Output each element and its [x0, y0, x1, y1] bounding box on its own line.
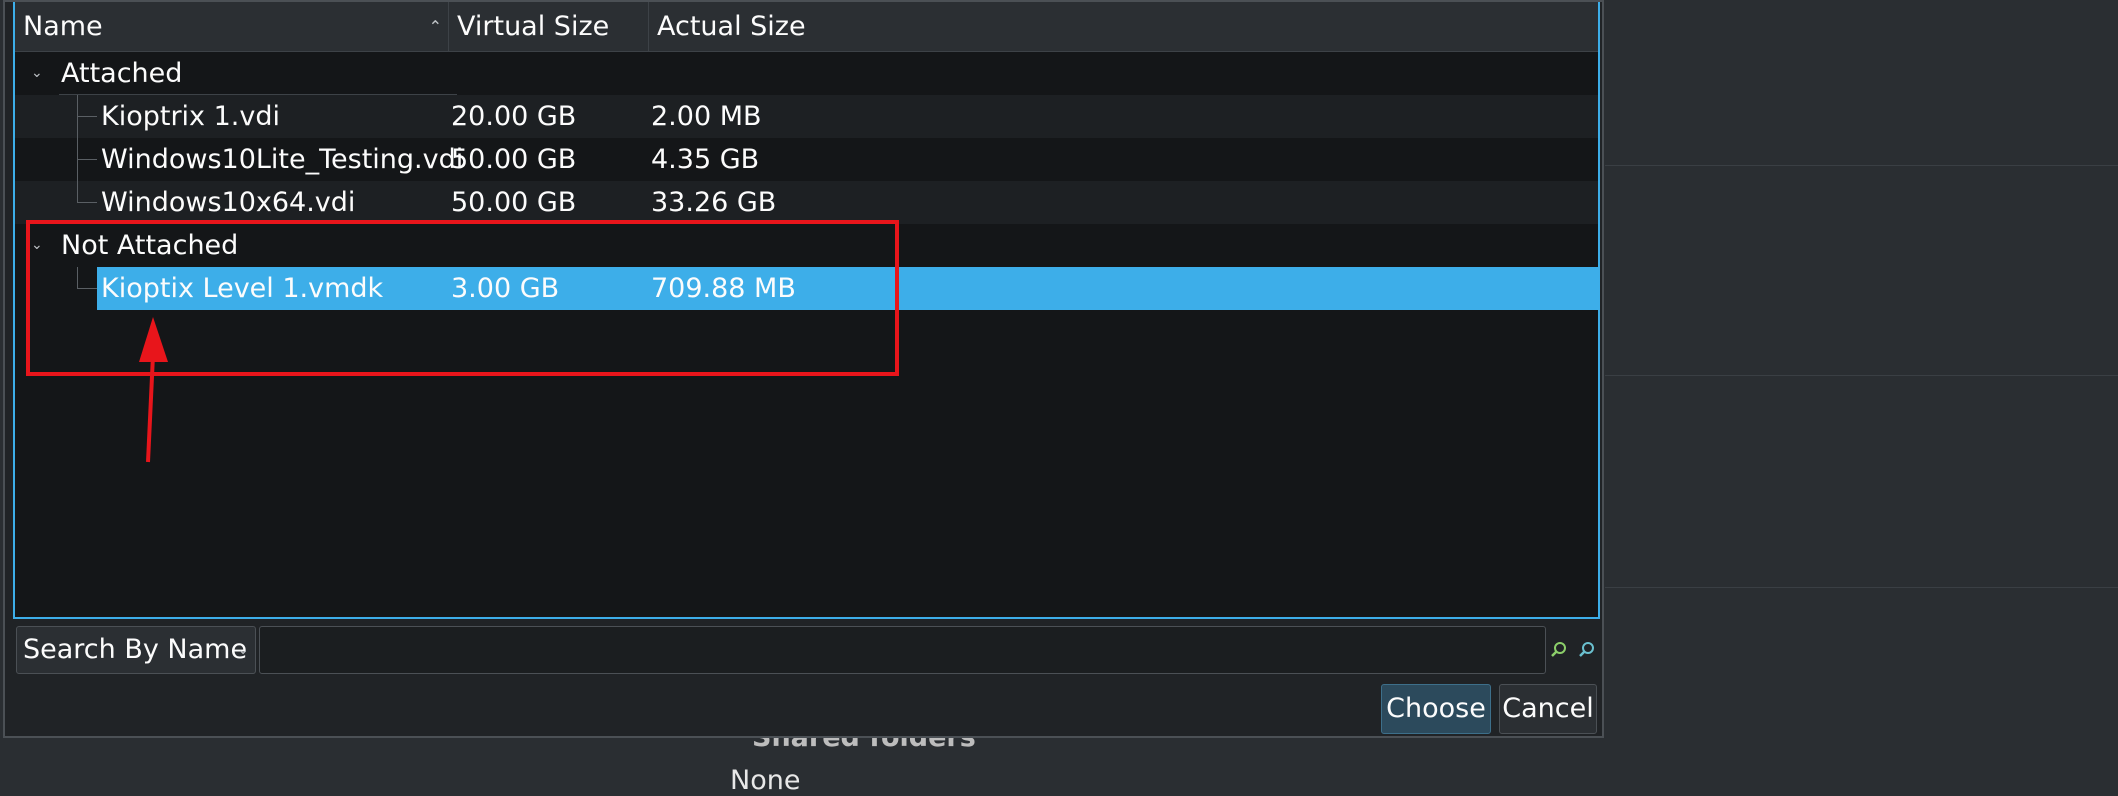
search-mode-label: Search By Name: [23, 634, 248, 665]
row-actual-size: 2.00 MB: [651, 101, 762, 132]
sort-ascending-icon: ⌃: [428, 17, 442, 36]
row-actual-size: 4.35 GB: [651, 144, 760, 175]
search-mode-select[interactable]: Search By Name ⌄: [16, 626, 256, 674]
row-name: Windows10Lite_Testing.vdi: [101, 144, 464, 175]
background-divider: [1605, 587, 2118, 588]
search-input[interactable]: [259, 626, 1546, 674]
chevron-down-icon[interactable]: ⌄: [31, 52, 43, 95]
table-row[interactable]: Windows10Lite_Testing.vdi 50.00 GB 4.35 …: [15, 138, 1598, 181]
chevron-down-icon: ⌄: [237, 642, 249, 658]
row-name: Windows10x64.vdi: [101, 187, 356, 218]
search-next-icon[interactable]: [1578, 640, 1596, 658]
group-row-attached[interactable]: ⌄ Attached: [15, 52, 1598, 95]
tree-branch-line: [77, 116, 97, 117]
background-divider: [1605, 375, 2118, 376]
choose-button[interactable]: Choose: [1381, 684, 1491, 734]
column-header-actual-size[interactable]: Actual Size: [649, 2, 1598, 51]
row-virtual-size: 50.00 GB: [451, 144, 577, 175]
column-header-virtual-size[interactable]: Virtual Size: [449, 2, 649, 51]
row-virtual-size: 20.00 GB: [451, 101, 577, 132]
cancel-button[interactable]: Cancel: [1499, 684, 1597, 734]
column-name-label: Name: [23, 11, 103, 42]
tree-branch-line: [77, 159, 97, 160]
background-divider: [1605, 165, 2118, 166]
annotation-highlight-box: [26, 220, 899, 376]
group-label: Attached: [61, 58, 183, 89]
row-name: Kioptrix 1.vdi: [101, 101, 280, 132]
shared-folders-value: None: [730, 765, 801, 796]
row-virtual-size: 50.00 GB: [451, 187, 577, 218]
tree-header: Name ⌃ Virtual Size Actual Size: [15, 2, 1598, 52]
search-previous-icon[interactable]: [1550, 640, 1568, 658]
column-header-name[interactable]: Name ⌃: [15, 2, 449, 51]
table-row[interactable]: Kioptrix 1.vdi 20.00 GB 2.00 MB: [15, 95, 1598, 138]
row-actual-size: 33.26 GB: [651, 187, 777, 218]
table-row[interactable]: Windows10x64.vdi 50.00 GB 33.26 GB: [15, 181, 1598, 224]
tree-branch-line: [77, 95, 78, 203]
tree-branch-line: [77, 202, 97, 203]
